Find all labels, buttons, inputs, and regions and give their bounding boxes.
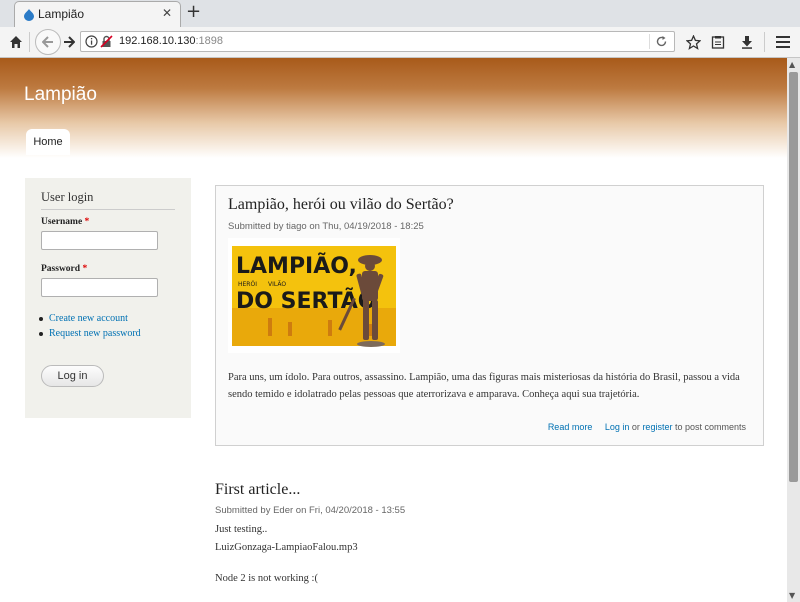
article-text-line: LuizGonzaga-LampiaoFalou.mp3 bbox=[215, 542, 358, 553]
insecure-lock-icon[interactable] bbox=[100, 35, 113, 48]
image-text-line2: HERÓI bbox=[238, 281, 257, 288]
home-icon[interactable] bbox=[4, 30, 28, 54]
login-links: Create new account Request new password bbox=[39, 313, 141, 343]
or-text: or bbox=[631, 422, 640, 432]
block-title: User login bbox=[41, 190, 175, 210]
page-viewport: Lampião Home User login Username * Passw… bbox=[0, 58, 787, 602]
article-meta: Submitted by tiago on Thu, 04/19/2018 - … bbox=[228, 221, 424, 232]
scroll-down-arrow-icon[interactable]: ▼ bbox=[789, 591, 795, 600]
password-field[interactable] bbox=[41, 278, 158, 297]
list-item: Request new password bbox=[39, 328, 141, 339]
navigation-bar: 192.168.10.130:1898 bbox=[0, 27, 800, 58]
article-body: Para uns, um ídolo. Para outros, assassi… bbox=[228, 372, 740, 400]
article-image[interactable]: LAMPIÃO, HERÓI VILÃO DO SERTÃO bbox=[228, 238, 400, 353]
article-text-line: Just testing.. bbox=[215, 524, 268, 535]
site-name[interactable]: Lampião bbox=[24, 84, 97, 106]
article-teaser: First article... Submitted by Eder on Fr… bbox=[215, 478, 764, 602]
username-label: Username * bbox=[41, 217, 90, 227]
hamburger-menu-icon[interactable] bbox=[771, 30, 795, 54]
article-text-line: Node 2 is not working :( bbox=[215, 573, 318, 584]
page-scrollbar[interactable]: ▲ ▼ bbox=[787, 58, 800, 602]
site-header: Lampião Home bbox=[0, 58, 787, 158]
password-label: Password * bbox=[41, 264, 88, 274]
url-bar[interactable]: 192.168.10.130:1898 bbox=[80, 31, 675, 52]
download-icon[interactable] bbox=[735, 30, 759, 54]
scroll-up-arrow-icon[interactable]: ▲ bbox=[789, 60, 795, 69]
image-text-line3: VILÃO bbox=[268, 281, 286, 288]
register-link[interactable]: register bbox=[642, 422, 672, 432]
bullet bbox=[39, 316, 43, 321]
article-teaser: Lampião, herói ou vilão do Sertão? Submi… bbox=[215, 185, 764, 446]
browser-tab[interactable]: Lampião ✕ bbox=[14, 1, 181, 27]
log-in-link[interactable]: Log in bbox=[605, 422, 630, 432]
tab-strip: Lampião ✕ + bbox=[0, 0, 800, 28]
scroll-thumb[interactable] bbox=[789, 72, 798, 482]
arrow-right-icon bbox=[64, 36, 75, 48]
read-more-link[interactable]: Read more bbox=[548, 422, 593, 432]
article-meta: Submitted by Eder on Fri, 04/20/2018 - 1… bbox=[215, 505, 406, 516]
reload-icon[interactable] bbox=[655, 35, 668, 48]
user-login-block: User login Username * Password * Create … bbox=[25, 178, 191, 418]
drupal-favicon-icon bbox=[24, 9, 34, 21]
forward-button[interactable] bbox=[57, 30, 81, 54]
url-divider bbox=[649, 34, 650, 49]
article-title[interactable]: Lampião, herói ou vilão do Sertão? bbox=[228, 196, 454, 214]
article-title[interactable]: First article... bbox=[215, 481, 300, 499]
tab-title: Lampião bbox=[38, 7, 85, 21]
arrow-left-icon bbox=[42, 36, 53, 48]
username-field[interactable] bbox=[41, 231, 158, 250]
login-button[interactable]: Log in bbox=[41, 365, 104, 387]
request-password-link[interactable]: Request new password bbox=[49, 328, 141, 339]
toolbar-divider bbox=[29, 32, 30, 52]
new-tab-button[interactable]: + bbox=[186, 2, 201, 22]
url-text: 192.168.10.130:1898 bbox=[119, 35, 223, 47]
image-text-line1: LAMPIÃO, bbox=[236, 253, 357, 279]
close-tab-icon[interactable]: ✕ bbox=[162, 6, 172, 20]
bullet bbox=[39, 331, 43, 336]
info-icon[interactable] bbox=[85, 35, 98, 48]
bookmark-star-icon[interactable] bbox=[681, 30, 705, 54]
create-account-link[interactable]: Create new account bbox=[49, 313, 128, 324]
list-item: Create new account bbox=[39, 313, 141, 324]
post-comments-text: to post comments bbox=[674, 422, 746, 432]
article-links: Read more Log in or register to post com… bbox=[548, 422, 746, 432]
nav-home-tab[interactable]: Home bbox=[26, 129, 70, 155]
image-text-line4: DO SERTÃO bbox=[236, 288, 376, 314]
toolbar-divider bbox=[764, 32, 765, 52]
reader-list-icon[interactable] bbox=[706, 30, 730, 54]
